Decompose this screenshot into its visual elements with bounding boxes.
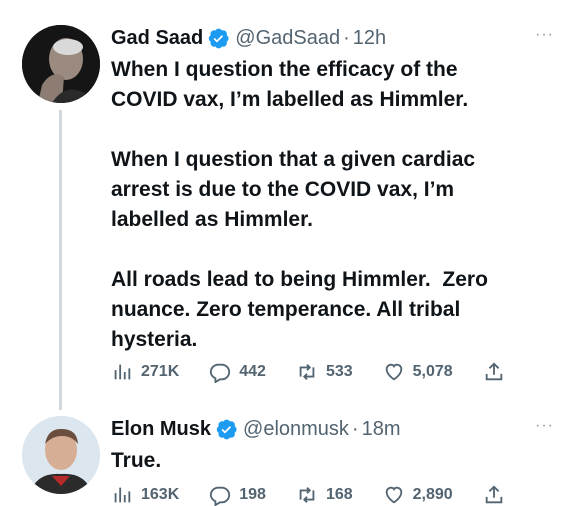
views-count: 163K xyxy=(141,486,180,503)
avatar[interactable] xyxy=(22,25,100,103)
reply-button[interactable]: 442 xyxy=(209,361,266,383)
like-count: 5,078 xyxy=(412,363,453,380)
avatar[interactable] xyxy=(22,416,100,494)
separator-dot: · xyxy=(343,27,350,49)
like-count: 2,890 xyxy=(412,486,453,503)
views-button[interactable]: 163K xyxy=(111,484,179,506)
like-button[interactable]: 2,890 xyxy=(383,484,453,506)
reply-count: 198 xyxy=(239,486,266,503)
user-handle[interactable]: @elonmusk xyxy=(243,417,349,441)
more-icon[interactable]: ··· xyxy=(535,26,554,44)
reply-button[interactable]: 198 xyxy=(209,484,266,506)
retweet-icon xyxy=(299,487,315,503)
tweet-text: When I question the efficacy of the COVI… xyxy=(111,58,488,351)
verified-badge-icon xyxy=(209,28,229,48)
user-handle[interactable]: @GadSaad xyxy=(235,26,340,50)
tweet-actions: 163K 198 168 2,890 xyxy=(111,484,541,506)
views-icon xyxy=(114,364,131,380)
tweet-actions: 271K 442 533 5,078 xyxy=(111,361,541,383)
share-icon xyxy=(485,362,502,381)
views-count: 271K xyxy=(141,363,180,380)
like-icon xyxy=(385,486,402,504)
share-button[interactable] xyxy=(483,361,513,383)
retweet-icon xyxy=(299,364,315,380)
share-button[interactable] xyxy=(483,484,513,506)
retweet-button[interactable]: 168 xyxy=(296,484,353,506)
retweet-count: 168 xyxy=(325,486,353,503)
verified-badge-icon xyxy=(216,419,237,439)
timestamp[interactable]: 18m xyxy=(362,417,401,441)
like-button[interactable]: 5,078 xyxy=(383,361,453,383)
retweet-button[interactable]: 533 xyxy=(296,361,353,383)
tweet-header: Elon Musk @elonmusk · 18m xyxy=(111,417,401,441)
separator-dot: · xyxy=(351,418,359,440)
reply-icon xyxy=(210,363,231,383)
share-icon xyxy=(485,485,502,504)
reply-count: 442 xyxy=(239,363,266,380)
reply-icon xyxy=(210,486,231,506)
like-icon xyxy=(385,363,402,381)
tweet-elon-musk[interactable]: Elon Musk @elonmusk · 18m ··· True. 163K… xyxy=(0,400,572,506)
tweet-text: True. xyxy=(111,449,162,472)
views-icon xyxy=(114,487,131,503)
views-button[interactable]: 271K xyxy=(111,361,179,383)
tweet-gad-saad[interactable]: Gad Saad @GadSaad · 12h ··· When I quest… xyxy=(0,0,572,400)
retweet-count: 533 xyxy=(325,363,353,380)
timestamp[interactable]: 12h xyxy=(353,26,386,50)
tweet-header: Gad Saad @GadSaad · 12h xyxy=(111,26,386,50)
more-icon[interactable]: ··· xyxy=(535,417,554,435)
display-name[interactable]: Gad Saad xyxy=(111,26,203,50)
display-name[interactable]: Elon Musk xyxy=(111,417,211,441)
